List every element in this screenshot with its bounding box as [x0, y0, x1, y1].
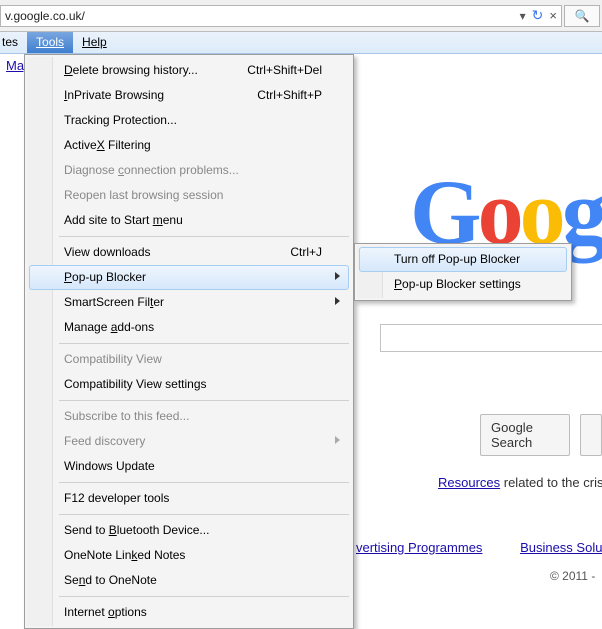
manage-addons[interactable]: Manage add-ons: [29, 315, 349, 340]
lucky-button[interactable]: [580, 414, 602, 456]
compat-view: Compatibility View: [29, 347, 349, 372]
submenu-arrow-icon: [335, 297, 340, 305]
diagnose-connection: Diagnose connection problems...: [29, 158, 349, 183]
dropdown-icon[interactable]: ▾: [520, 9, 526, 23]
menu-bar: tes Tools Help: [0, 32, 602, 54]
copyright: © 2011 -: [550, 569, 595, 583]
refresh-icon[interactable]: ↻: [532, 7, 544, 24]
search-icon: 🔍: [575, 9, 590, 23]
submenu-arrow-icon: [335, 436, 340, 444]
tools-dropdown: Delete browsing history... Ctrl+Shift+De…: [24, 54, 354, 629]
crisis-text: Resources related to the cris: [438, 475, 602, 490]
popup-blocker-settings[interactable]: Pop-up Blocker settings: [359, 272, 567, 297]
google-search-button[interactable]: Google Search: [480, 414, 570, 456]
view-downloads[interactable]: View downloads Ctrl+J: [29, 240, 349, 265]
delete-browsing-history[interactable]: Delete browsing history... Ctrl+Shift+De…: [29, 58, 349, 83]
search-input[interactable]: [380, 324, 602, 352]
windows-update[interactable]: Windows Update: [29, 454, 349, 479]
inprivate-browsing[interactable]: InPrivate Browsing Ctrl+Shift+P: [29, 83, 349, 108]
address-bar: v.google.co.uk/ ▾ ↻ × 🔍: [0, 0, 602, 32]
menu-help[interactable]: Help: [73, 32, 116, 53]
internet-options[interactable]: Internet options: [29, 600, 349, 625]
stop-icon[interactable]: ×: [549, 8, 557, 23]
menu-favorites[interactable]: tes: [0, 32, 27, 53]
resources-link[interactable]: Resources: [438, 475, 500, 490]
subscribe-feed: Subscribe to this feed...: [29, 404, 349, 429]
submenu-arrow-icon: [335, 272, 340, 280]
send-bluetooth[interactable]: Send to Bluetooth Device...: [29, 518, 349, 543]
turn-off-popup-blocker[interactable]: Turn off Pop-up Blocker: [359, 247, 567, 272]
business-link[interactable]: Business Soluti: [520, 540, 602, 555]
menu-tools[interactable]: Tools: [27, 32, 73, 53]
tracking-protection[interactable]: Tracking Protection...: [29, 108, 349, 133]
compat-view-settings[interactable]: Compatibility View settings: [29, 372, 349, 397]
feed-discovery: Feed discovery: [29, 429, 349, 454]
smartscreen-filter[interactable]: SmartScreen Filter: [29, 290, 349, 315]
f12-devtools[interactable]: F12 developer tools: [29, 486, 349, 511]
search-box[interactable]: 🔍: [564, 5, 600, 27]
onenote-linked-notes[interactable]: OneNote Linked Notes: [29, 543, 349, 568]
send-to-onenote[interactable]: Send to OneNote: [29, 568, 349, 593]
url-field[interactable]: v.google.co.uk/ ▾ ↻ ×: [0, 5, 562, 27]
popup-blocker[interactable]: Pop-up Blocker: [29, 265, 349, 290]
activex-filtering[interactable]: ActiveX Filtering: [29, 133, 349, 158]
footer-links: vertising Programmes Business Soluti: [356, 540, 602, 555]
popup-blocker-submenu: Turn off Pop-up Blocker Pop-up Blocker s…: [354, 243, 572, 301]
advertising-link[interactable]: vertising Programmes: [356, 540, 482, 555]
reopen-session: Reopen last browsing session: [29, 183, 349, 208]
url-text: v.google.co.uk/: [5, 9, 520, 23]
add-site-start-menu[interactable]: Add site to Start menu: [29, 208, 349, 233]
